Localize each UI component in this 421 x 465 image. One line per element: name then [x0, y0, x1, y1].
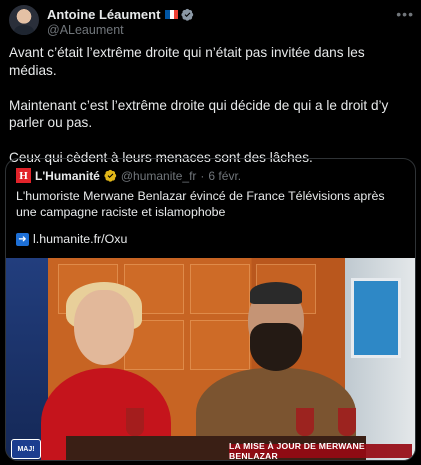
- tweet-paragraph: Avant c’était l’extrême droite qui n’éta…: [9, 45, 365, 78]
- tweet-header: Antoine Léaument @ALeaument •••: [9, 5, 414, 37]
- studio-monitor: [351, 278, 401, 358]
- channel-logo: MAJ!: [11, 439, 41, 459]
- quoted-text: L'humoriste Merwane Benlazar évincé de F…: [16, 189, 385, 219]
- person-right-cap: [250, 282, 302, 304]
- wine-glass: [126, 408, 144, 436]
- quoted-author-name[interactable]: L'Humanité: [35, 169, 100, 183]
- dot-separator: ·: [200, 168, 205, 183]
- author-handle[interactable]: @ALeaument: [47, 23, 124, 37]
- tweet-paragraph: Maintenant c’est l’extrême droite qui dé…: [9, 97, 389, 131]
- quoted-link[interactable]: ➜ l.humanite.fr/Oxu: [16, 232, 127, 246]
- gold-verified-badge-icon: [104, 169, 117, 182]
- quoted-author-handle[interactable]: @humanite_fr: [121, 169, 197, 183]
- quoted-link-text[interactable]: l.humanite.fr/Oxu: [33, 232, 127, 246]
- tv-banner: LA MISE À JOUR DE MERWANE BENLAZAR: [229, 441, 412, 460]
- studio-panel: [190, 320, 250, 370]
- more-options-icon[interactable]: •••: [396, 6, 414, 22]
- author-name[interactable]: Antoine Léaument: [47, 7, 160, 22]
- quoted-header: H L'Humanité @humanite_fr · 6 févr.: [16, 168, 241, 183]
- avatar[interactable]: [9, 5, 39, 35]
- verified-badge-icon: [181, 8, 194, 21]
- humanite-logo-icon: H: [16, 168, 31, 183]
- quoted-tweet[interactable]: H L'Humanité @humanite_fr · 6 févr. L'hu…: [5, 158, 416, 461]
- wine-glass: [338, 408, 356, 436]
- france-flag-icon: [165, 10, 179, 19]
- author-row: Antoine Léaument: [47, 7, 194, 22]
- studio-panel: [190, 264, 250, 314]
- person-left-face: [74, 290, 134, 365]
- quoted-date[interactable]: 6 févr.: [208, 169, 241, 183]
- person-right-beard: [250, 323, 302, 371]
- quoted-media-image[interactable]: MAJ! LA MISE À JOUR DE MERWANE BENLAZAR: [6, 258, 415, 460]
- wine-glass: [296, 408, 314, 436]
- right-arrow-icon: ➜: [16, 232, 29, 246]
